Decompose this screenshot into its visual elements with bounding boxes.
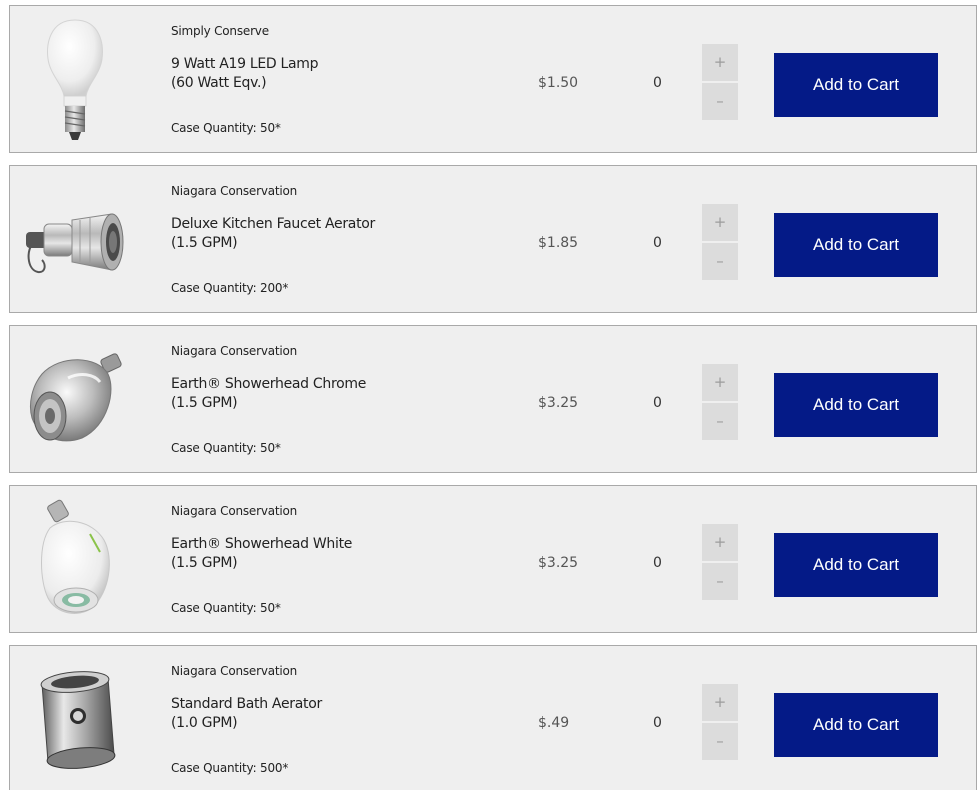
- product-brand: Niagara Conservation: [171, 344, 298, 358]
- faucet-aerator-icon[interactable]: [20, 174, 130, 304]
- product-brand: Niagara Conservation: [171, 184, 298, 198]
- increment-button[interactable]: +: [702, 524, 738, 561]
- decrement-button[interactable]: –: [702, 403, 738, 440]
- product-name[interactable]: Earth® Showerhead White (1.5 GPM): [171, 535, 352, 573]
- increment-button[interactable]: +: [702, 364, 738, 401]
- quantity-value: 0: [653, 715, 662, 731]
- product-name-line1: Earth® Showerhead Chrome: [171, 376, 367, 392]
- product-name[interactable]: Earth® Showerhead Chrome (1.5 GPM): [171, 375, 366, 413]
- product-brand: Simply Conserve: [171, 24, 269, 38]
- product-brand: Niagara Conservation: [171, 664, 298, 678]
- quantity-value: 0: [653, 75, 662, 91]
- product-brand: Niagara Conservation: [171, 504, 298, 518]
- product-price: $1.50: [538, 75, 579, 91]
- product-card: Niagara Conservation Earth® Showerhead C…: [9, 325, 977, 473]
- product-name-line1: Deluxe Kitchen Faucet Aerator: [171, 216, 376, 232]
- product-name-line2: (60 Watt Eqv.): [171, 75, 267, 91]
- increment-button[interactable]: +: [702, 44, 738, 81]
- quantity-stepper: + –: [702, 204, 738, 280]
- quantity-stepper: + –: [702, 364, 738, 440]
- decrement-button[interactable]: –: [702, 723, 738, 760]
- quantity-value: 0: [653, 395, 662, 411]
- product-name-line2: (1.5 GPM): [171, 555, 238, 571]
- add-to-cart-button[interactable]: Add to Cart: [774, 533, 938, 597]
- led-bulb-icon[interactable]: [20, 14, 130, 144]
- decrement-button[interactable]: –: [702, 243, 738, 280]
- product-card: Niagara Conservation Earth® Showerhead W…: [9, 485, 977, 633]
- product-price: $.49: [538, 715, 570, 731]
- case-quantity: Case Quantity: 50*: [171, 601, 281, 615]
- product-name-line1: Earth® Showerhead White: [171, 536, 353, 552]
- case-quantity: Case Quantity: 50*: [171, 441, 281, 455]
- product-card: Simply Conserve 9 Watt A19 LED Lamp (60 …: [9, 5, 977, 153]
- quantity-stepper: + –: [702, 524, 738, 600]
- quantity-value: 0: [653, 555, 662, 571]
- product-name[interactable]: 9 Watt A19 LED Lamp (60 Watt Eqv.): [171, 55, 319, 93]
- increment-button[interactable]: +: [702, 684, 738, 721]
- decrement-button[interactable]: –: [702, 83, 738, 120]
- add-to-cart-button[interactable]: Add to Cart: [774, 213, 938, 277]
- quantity-stepper: + –: [702, 684, 738, 760]
- white-showerhead-icon[interactable]: [20, 494, 130, 624]
- increment-button[interactable]: +: [702, 204, 738, 241]
- add-to-cart-button[interactable]: Add to Cart: [774, 373, 938, 437]
- case-quantity: Case Quantity: 500*: [171, 761, 289, 775]
- product-name-line2: (1.0 GPM): [171, 715, 238, 731]
- add-to-cart-button[interactable]: Add to Cart: [774, 53, 938, 117]
- quantity-stepper: + –: [702, 44, 738, 120]
- product-name-line2: (1.5 GPM): [171, 235, 238, 251]
- product-card: Niagara Conservation Standard Bath Aerat…: [9, 645, 977, 790]
- add-to-cart-button[interactable]: Add to Cart: [774, 693, 938, 757]
- product-name[interactable]: Deluxe Kitchen Faucet Aerator (1.5 GPM): [171, 215, 375, 253]
- decrement-button[interactable]: –: [702, 563, 738, 600]
- product-name-line1: Standard Bath Aerator: [171, 696, 322, 712]
- product-name[interactable]: Standard Bath Aerator (1.0 GPM): [171, 695, 322, 733]
- product-price: $3.25: [538, 555, 579, 571]
- product-price: $3.25: [538, 395, 579, 411]
- product-list: Simply Conserve 9 Watt A19 LED Lamp (60 …: [0, 0, 979, 790]
- quantity-value: 0: [653, 235, 662, 251]
- product-price: $1.85: [538, 235, 579, 251]
- product-name-line1: 9 Watt A19 LED Lamp: [171, 56, 319, 72]
- case-quantity: Case Quantity: 200*: [171, 281, 289, 295]
- case-quantity: Case Quantity: 50*: [171, 121, 281, 135]
- product-card: Niagara Conservation Deluxe Kitchen Fauc…: [9, 165, 977, 313]
- bath-aerator-icon[interactable]: [20, 654, 130, 784]
- chrome-showerhead-icon[interactable]: [20, 334, 130, 464]
- product-name-line2: (1.5 GPM): [171, 395, 238, 411]
